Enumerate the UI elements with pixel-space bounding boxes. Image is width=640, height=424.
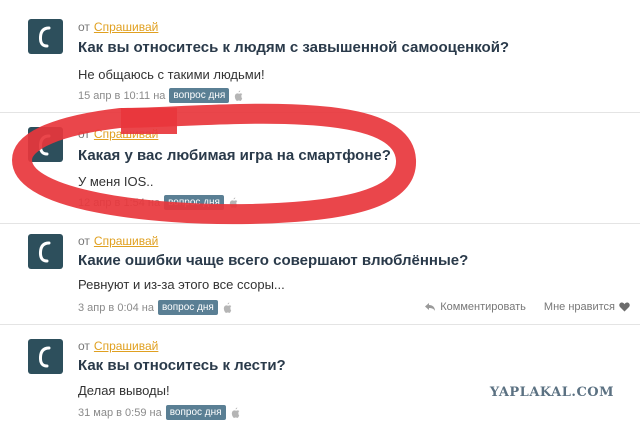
post-footer: 31 мар в 0:59 на вопрос дня: [78, 405, 240, 420]
post-item: от Спрашивай Какая у вас любимая игра на …: [0, 113, 640, 224]
comment-label: Комментировать: [440, 301, 526, 313]
app-logo-icon: [38, 26, 51, 48]
from-label: от: [78, 127, 90, 141]
app-logo-icon: [38, 346, 51, 368]
post-meta: от Спрашивай: [78, 127, 158, 141]
post-meta: от Спрашивай: [78, 339, 158, 353]
timestamp: 15 апр в 10:11 на: [78, 89, 166, 102]
question-title[interactable]: Какая у вас любимая игра на смартфоне?: [78, 147, 391, 164]
timestamp: 12 апр в 1:54 на: [78, 196, 161, 209]
from-label: от: [78, 234, 90, 248]
question-title[interactable]: Как вы относитесь к людям с завышенной с…: [78, 39, 509, 56]
answers-feed: от Спрашивай Как вы относитесь к людям с …: [0, 0, 640, 424]
post-footer: 15 апр в 10:11 на вопрос дня: [78, 88, 243, 103]
like-button[interactable]: Мне нравится: [544, 301, 630, 313]
post-footer: 12 апр в 1:54 на вопрос дня: [78, 195, 238, 210]
avatar[interactable]: [28, 19, 63, 54]
question-title[interactable]: Какие ошибки чаще всего совершают влюблё…: [78, 252, 468, 269]
tag-badge[interactable]: вопрос дня: [157, 300, 218, 315]
tag-badge[interactable]: вопрос дня: [164, 195, 224, 210]
post-item: от Спрашивай Какие ошибки чаще всего сове…: [0, 224, 640, 325]
apple-icon: [229, 197, 238, 208]
reply-icon: [425, 303, 436, 311]
app-logo-icon: [38, 241, 51, 263]
post-meta: от Спрашивай: [78, 20, 158, 34]
apple-icon: [231, 407, 239, 418]
avatar[interactable]: [28, 339, 63, 374]
post-actions: Комментировать Мне нравится: [424, 301, 630, 313]
tag-badge[interactable]: вопрос дня: [169, 88, 230, 103]
timestamp: 3 апр в 0:04 на: [78, 301, 154, 314]
from-label: от: [78, 20, 90, 34]
like-label: Мне нравится: [543, 301, 615, 313]
heart-icon: [619, 302, 630, 312]
app-logo-icon: [38, 134, 51, 156]
avatar[interactable]: [28, 234, 63, 269]
comment-button[interactable]: Комментировать: [424, 301, 526, 313]
answer-text: Не общаюсь с такими людьми!: [78, 67, 265, 82]
answer-text: Делая выводы!: [78, 383, 170, 398]
author-link[interactable]: Спрашивай: [94, 20, 158, 34]
post-meta: от Спрашивай: [78, 234, 158, 248]
post-item: от Спрашивай Как вы относитесь к лести? Д…: [0, 325, 640, 424]
answer-text: Ревнуют и из-за этого все ссоры...: [78, 277, 285, 292]
author-link[interactable]: Спрашивай: [94, 339, 158, 353]
apple-icon: [223, 302, 232, 313]
from-label: от: [78, 339, 90, 353]
author-link[interactable]: Спрашивай: [94, 234, 158, 248]
apple-icon: [235, 90, 243, 101]
avatar[interactable]: [28, 127, 63, 162]
post-item: от Спрашивай Как вы относитесь к людям с …: [0, 0, 640, 113]
tag-badge[interactable]: вопрос дня: [165, 405, 226, 420]
answer-text: У меня IOS..: [78, 174, 154, 189]
post-footer: 3 апр в 0:04 на вопрос дня: [78, 300, 232, 315]
question-title[interactable]: Как вы относитесь к лести?: [78, 357, 286, 374]
timestamp: 31 мар в 0:59 на: [78, 406, 162, 419]
author-link[interactable]: Спрашивай: [94, 127, 158, 141]
watermark: YAPLAKAL.COM: [489, 385, 614, 400]
